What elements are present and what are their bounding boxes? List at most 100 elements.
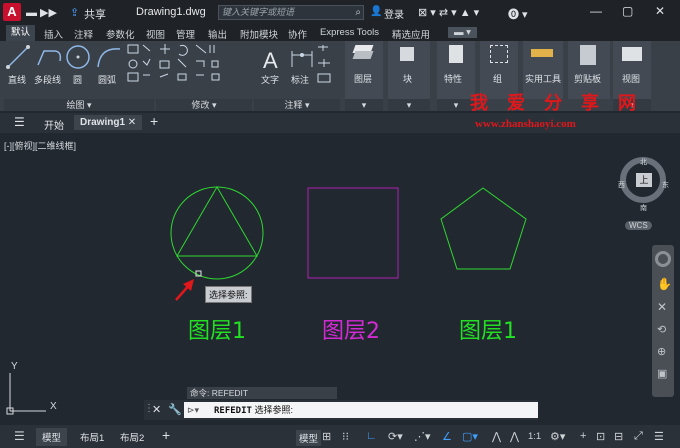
- tab-default[interactable]: 默认: [6, 25, 36, 41]
- small-draw-tools[interactable]: [127, 44, 151, 82]
- showmotion-icon[interactable]: ▣: [657, 367, 667, 380]
- tab-start[interactable]: 开始: [44, 117, 64, 132]
- tab-parametric[interactable]: 参数化: [106, 27, 135, 41]
- share-icon[interactable]: ⇪: [70, 6, 79, 19]
- block-tool[interactable]: 块: [388, 41, 430, 99]
- draw-line-label[interactable]: 直线: [8, 73, 26, 86]
- draw-panel-footer[interactable]: 绘图 ▾: [4, 99, 154, 111]
- isolate-icon[interactable]: ⊟: [614, 430, 623, 443]
- model-space-button[interactable]: 模型: [296, 430, 322, 446]
- text-icon[interactable]: A: [263, 48, 278, 73]
- customize-status-icon[interactable]: ☰: [654, 430, 664, 443]
- viewcube-top-face[interactable]: 上: [636, 173, 652, 187]
- fullscreen-icon[interactable]: ⤢: [634, 430, 643, 443]
- tab-featured-apps[interactable]: 精选应用: [392, 27, 430, 41]
- minimize-button[interactable]: —: [590, 4, 602, 18]
- ribbon-tabs: 默认 插入 注释 参数化 视图 管理 输出 附加模块 协作 Express To…: [0, 25, 680, 41]
- tab-output[interactable]: 输出: [208, 27, 227, 41]
- maximize-button[interactable]: ▢: [622, 4, 633, 18]
- draw-arc-label[interactable]: 圆弧: [98, 73, 116, 86]
- ortho-icon[interactable]: ∟: [366, 430, 377, 442]
- tab-insert[interactable]: 插入: [44, 27, 63, 41]
- help-icon[interactable]: ⓿ ▾: [508, 6, 528, 22]
- search-icon[interactable]: ⌕: [355, 6, 361, 19]
- login-button[interactable]: 登录: [384, 6, 404, 21]
- polyline-icon[interactable]: [37, 50, 62, 66]
- annotation-panel-footer[interactable]: 注释 ▾: [254, 99, 340, 111]
- viewcube-south[interactable]: 南: [640, 203, 647, 213]
- viewcube-west[interactable]: 西: [618, 180, 625, 190]
- annotation-small-tools[interactable]: [317, 45, 331, 83]
- command-customize-icon[interactable]: 🔧: [168, 403, 182, 416]
- line-icon[interactable]: [6, 45, 30, 69]
- app-menu-button[interactable]: A: [3, 3, 21, 21]
- orbit-constrained-icon[interactable]: ⊕: [657, 345, 666, 358]
- layers-dropdown[interactable]: ▾: [345, 99, 383, 111]
- modify-panel-title: 修改: [191, 100, 210, 110]
- tab-model[interactable]: 模型: [36, 428, 68, 446]
- tab-collaborate[interactable]: 协作: [288, 27, 307, 41]
- share-button[interactable]: 共享: [84, 6, 106, 22]
- plus-icon[interactable]: +: [580, 430, 586, 442]
- command-input[interactable]: ⊳▾ REFEDIT 选择参照:: [184, 402, 538, 418]
- modify-tools[interactable]: [159, 44, 220, 81]
- tab-layout1[interactable]: 布局1: [80, 430, 104, 444]
- tab-layout2[interactable]: 布局2: [120, 430, 144, 444]
- close-button[interactable]: ✕: [655, 4, 665, 18]
- draw-polyline-label[interactable]: 多段线: [34, 73, 61, 86]
- pentagon-shape[interactable]: [440, 187, 527, 270]
- modify-panel-footer[interactable]: 修改 ▾: [156, 99, 252, 111]
- isodraft-icon[interactable]: ⋰▾: [414, 430, 431, 443]
- tab-view[interactable]: 视图: [146, 27, 165, 41]
- wcs-menu[interactable]: WCS: [625, 221, 652, 230]
- viewcube-east[interactable]: 东: [662, 180, 669, 190]
- user-icon[interactable]: 👤: [370, 6, 382, 17]
- block-dropdown[interactable]: ▾: [388, 99, 430, 111]
- arc-icon[interactable]: [97, 48, 121, 68]
- quick-access-icons[interactable]: ▬ ▶▶: [26, 6, 57, 19]
- object-snap-tracking-icon[interactable]: ∠: [442, 430, 452, 443]
- tab-addins[interactable]: 附加模块: [240, 27, 278, 41]
- menu-icon[interactable]: ☰: [14, 115, 25, 129]
- grid-icon[interactable]: ⊞: [322, 430, 331, 443]
- cart-icon[interactable]: ⊠ ▾ ⇄ ▾ ▲ ▾: [418, 6, 479, 19]
- settings-icon[interactable]: ⚙▾: [550, 430, 565, 443]
- circle-shape[interactable]: [170, 186, 264, 280]
- new-tab-icon[interactable]: +: [150, 113, 158, 129]
- osnap-icon[interactable]: ▢▾: [462, 430, 478, 443]
- viewcube-north[interactable]: 北: [640, 157, 647, 167]
- tab-drawing1[interactable]: Drawing1 ✕: [74, 115, 143, 130]
- layers-label: 图层: [354, 74, 373, 84]
- annotation-visibility-icon[interactable]: ⋀: [492, 430, 501, 443]
- tab-overflow-icon[interactable]: ▬ ▾: [448, 27, 477, 38]
- watermark-text: 我 爱 分 享 网: [470, 93, 644, 113]
- properties-label: 特性: [444, 74, 463, 84]
- status-menu-icon[interactable]: ☰: [14, 429, 25, 443]
- square-shape[interactable]: [307, 187, 399, 279]
- polar-icon[interactable]: ⟳▾: [388, 430, 403, 443]
- dimension-icon[interactable]: [291, 51, 313, 67]
- steering-wheel-icon[interactable]: [655, 251, 671, 267]
- draw-panel-title: 绘图: [66, 100, 85, 110]
- tab-manage[interactable]: 管理: [176, 27, 195, 41]
- draw-circle-label[interactable]: 圆: [73, 73, 82, 86]
- workspace-icon[interactable]: ⊡: [596, 430, 605, 443]
- close-tab-icon[interactable]: ✕: [128, 117, 136, 128]
- orbit-icon[interactable]: ⟲: [657, 323, 666, 336]
- tab-annotate[interactable]: 注释: [74, 27, 93, 41]
- pan-icon[interactable]: ✋: [657, 277, 672, 291]
- zoom-extents-icon[interactable]: ✕: [657, 300, 667, 314]
- command-close-icon[interactable]: ✕: [152, 403, 161, 416]
- autoscale-icon[interactable]: ⋀: [510, 430, 519, 443]
- layers-tool[interactable]: 图层: [345, 41, 383, 99]
- block-label: 块: [403, 74, 413, 84]
- text-tool-label[interactable]: 文字: [261, 73, 279, 86]
- search-input[interactable]: 键入关键字或短语 ⌕: [218, 5, 364, 20]
- annotation-scale[interactable]: 1:1: [528, 431, 541, 442]
- drawing-canvas[interactable]: 我 爱 分 享 网 www.zhanshaoyi.com [-][俯视][二维线…: [0, 93, 680, 425]
- tab-express-tools[interactable]: Express Tools: [320, 27, 379, 38]
- dimension-tool-label[interactable]: 标注: [291, 73, 309, 86]
- circle-icon[interactable]: [66, 45, 90, 69]
- snap-icon[interactable]: ⁝⁝: [342, 430, 349, 443]
- add-layout-icon[interactable]: +: [162, 427, 170, 443]
